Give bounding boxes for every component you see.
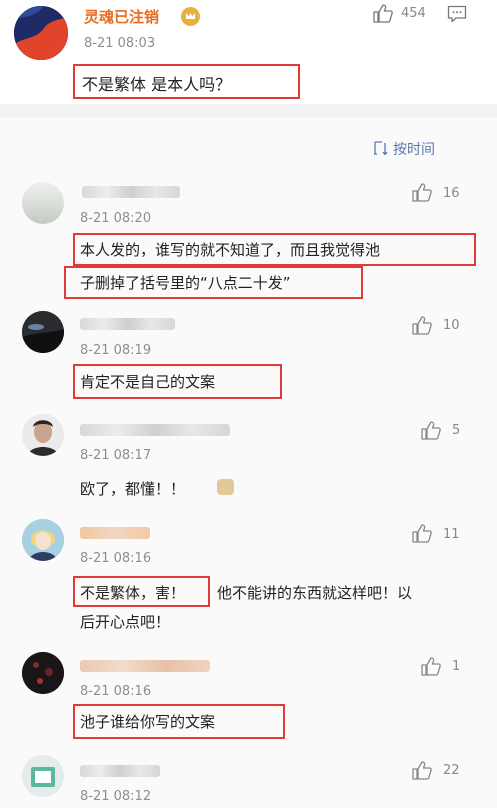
sort-bar: 按时间 bbox=[0, 118, 497, 174]
username[interactable]: 灵魂已注销 bbox=[84, 6, 159, 27]
like-count: 5 bbox=[452, 423, 461, 438]
comment-text: 不是繁体，害！ bbox=[80, 584, 186, 602]
comment-text-line: 子删掉了括号里的“八点二十发” bbox=[80, 274, 291, 292]
blurred-username bbox=[82, 186, 180, 198]
comment-time: 8-21 08:19 bbox=[80, 343, 152, 358]
comment-text: 不是繁体 是本人吗？ bbox=[82, 75, 232, 94]
like-count: 1 bbox=[452, 659, 461, 674]
avatar[interactable] bbox=[22, 311, 64, 353]
vip-crown-icon bbox=[181, 7, 200, 26]
avatar[interactable] bbox=[22, 755, 64, 797]
comment-text-line: 后开心点吧！ bbox=[80, 613, 171, 631]
comment-time: 8-21 08:12 bbox=[80, 789, 152, 804]
blurred-username bbox=[80, 765, 160, 777]
comment-text: 欧了，都懂！！ bbox=[80, 480, 186, 498]
blurred-username bbox=[80, 424, 230, 436]
comment-text: 他不能讲的东西就这样吧！以 bbox=[217, 584, 413, 602]
like-count: 454 bbox=[401, 6, 426, 21]
thumbs-up-icon[interactable] bbox=[373, 4, 393, 23]
comment-text: 池子谁给你写的文案 bbox=[80, 713, 216, 731]
thumbs-up-icon[interactable] bbox=[412, 761, 432, 780]
avatar[interactable] bbox=[22, 414, 64, 456]
comment-text: 肯定不是自己的文案 bbox=[80, 373, 216, 391]
avatar[interactable] bbox=[14, 6, 68, 60]
thumbs-up-icon[interactable] bbox=[412, 316, 432, 335]
blurred-username bbox=[80, 660, 210, 672]
thumbs-up-icon[interactable] bbox=[421, 421, 441, 440]
comment-time: 8-21 08:03 bbox=[84, 36, 156, 51]
top-comment-card: 灵魂已注销 8-21 08:03 454 不是繁体 是本人吗？ bbox=[0, 0, 497, 104]
like-count: 22 bbox=[443, 763, 460, 778]
avatar[interactable] bbox=[22, 519, 64, 561]
like-count: 10 bbox=[443, 318, 460, 333]
thumbs-up-icon[interactable] bbox=[412, 183, 432, 202]
like-count: 11 bbox=[443, 527, 460, 542]
sort-by-time[interactable]: 按时间 bbox=[393, 139, 435, 159]
comment-time: 8-21 08:20 bbox=[80, 211, 152, 226]
avatar[interactable] bbox=[22, 652, 64, 694]
blurred-username bbox=[80, 527, 150, 539]
thumbs-up-icon[interactable] bbox=[412, 524, 432, 543]
blurred-username bbox=[80, 318, 175, 330]
thumbs-up-icon[interactable] bbox=[421, 657, 441, 676]
comment-text-line: 本人发的，谁写的就不知道了，而且我觉得池 bbox=[80, 241, 381, 259]
like-count: 16 bbox=[443, 186, 460, 201]
avatar[interactable] bbox=[22, 182, 64, 224]
sort-icon bbox=[374, 141, 388, 155]
comment-time: 8-21 08:17 bbox=[80, 448, 152, 463]
comment-icon[interactable] bbox=[447, 5, 467, 23]
emoji-icon bbox=[217, 479, 234, 495]
comment-time: 8-21 08:16 bbox=[80, 551, 152, 566]
comment-time: 8-21 08:16 bbox=[80, 684, 152, 699]
